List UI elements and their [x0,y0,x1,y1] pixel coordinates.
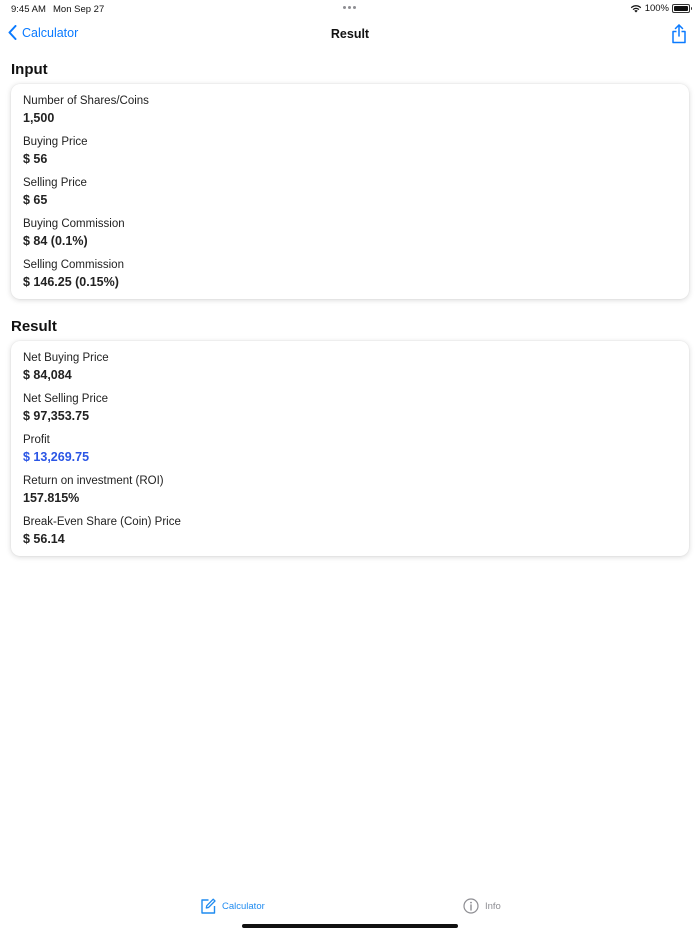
field-label: Selling Commission [23,259,124,271]
field-value: $ 56 [23,152,48,166]
battery-percentage: 100% [644,3,669,14]
input-section-title: Input [11,61,48,78]
field-label: Net Selling Price [23,393,109,405]
field-label: Selling Price [23,177,87,189]
tab-info-label: Info [485,900,501,912]
field-label: Break-Even Share (Coin) Price [23,516,181,528]
field-value: $ 65 [23,193,48,207]
wifi-icon [630,5,641,13]
tab-calculator[interactable]: Calculator [200,898,265,914]
multitasking-dots-icon[interactable] [343,6,356,9]
status-bar: 9:45 AM Mon Sep 27 100% [0,0,700,18]
input-card: Number of Shares/Coins 1,500 Buying Pric… [11,84,689,299]
status-time: 9:45 AM [11,4,46,15]
home-indicator[interactable] [242,924,458,928]
field-value: $ 97,353.75 [23,409,90,423]
field-value: $ 56.14 [23,532,65,546]
profit-value: $ 13,269.75 [23,450,90,464]
navigation-bar: Calculator Result [0,18,700,50]
result-field-break-even: Break-Even Share (Coin) Price $ 56.14 [23,515,677,556]
field-value: 157.815% [23,491,80,505]
field-value: $ 146.25 (0.15%) [23,275,119,289]
input-field-buying-price: Buying Price $ 56 [23,135,677,176]
field-label: Buying Commission [23,218,125,230]
result-card: Net Buying Price $ 84,084 Net Selling Pr… [11,341,689,556]
tab-info[interactable]: Info [463,898,501,914]
field-label: Buying Price [23,136,88,148]
result-field-net-selling-price: Net Selling Price $ 97,353.75 [23,392,677,433]
info-icon [463,898,479,914]
status-right: 100% [630,3,692,14]
input-field-buying-commission: Buying Commission $ 84 (0.1%) [23,217,677,258]
tab-calculator-label: Calculator [222,900,265,912]
tab-bar: Calculator Info [0,895,700,925]
battery-icon [672,4,692,13]
result-section-title: Result [11,318,57,335]
status-date: Mon Sep 27 [53,4,105,15]
input-field-selling-price: Selling Price $ 65 [23,176,677,217]
result-field-net-buying-price: Net Buying Price $ 84,084 [23,351,677,392]
edit-icon [201,898,216,914]
input-field-shares: Number of Shares/Coins 1,500 [23,94,677,135]
field-label: Profit [23,434,50,446]
field-label: Net Buying Price [23,352,109,364]
field-label: Number of Shares/Coins [23,95,149,107]
field-value: $ 84,084 [23,368,72,382]
result-field-profit: Profit $ 13,269.75 [23,433,677,474]
result-field-roi: Return on investment (ROI) 157.815% [23,474,677,515]
app-screen: 9:45 AM Mon Sep 27 100% Calculator Resul… [0,0,700,934]
page-title: Result [330,27,370,41]
input-field-selling-commission: Selling Commission $ 146.25 (0.15%) [23,258,677,299]
field-value: $ 84 (0.1%) [23,234,88,248]
field-value: 1,500 [23,111,55,125]
field-label: Return on investment (ROI) [23,475,164,487]
share-icon[interactable] [671,24,687,44]
